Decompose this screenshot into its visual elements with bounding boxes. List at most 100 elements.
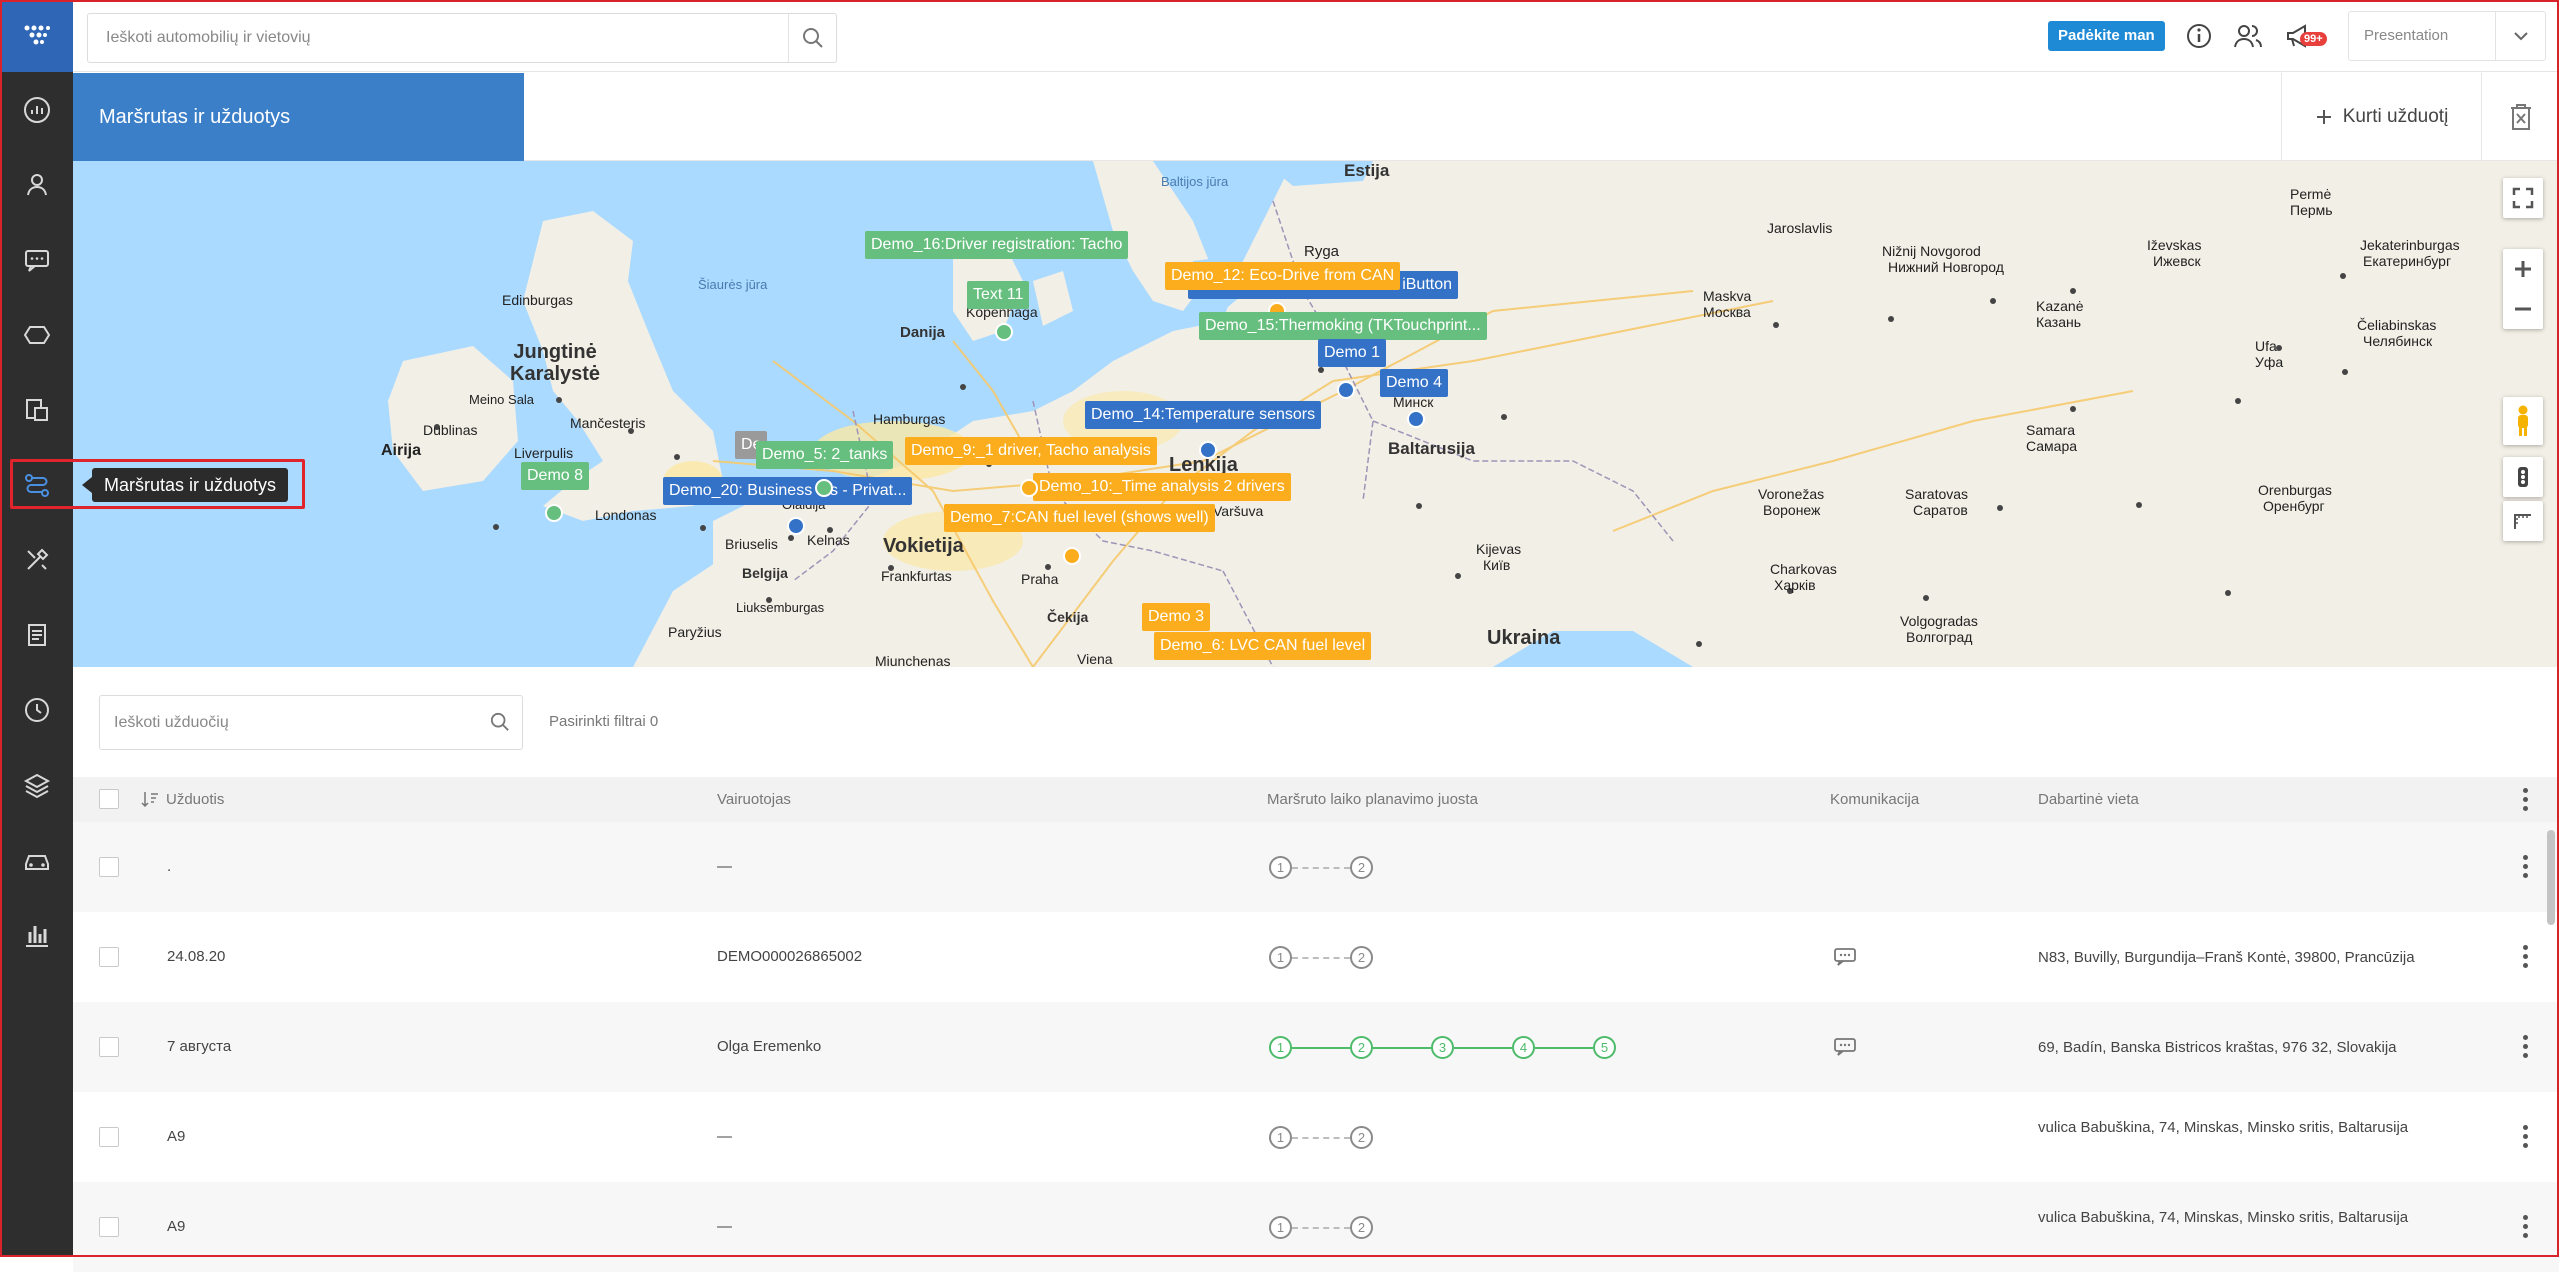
route-stop[interactable]: 1: [1269, 856, 1292, 879]
marker-pin[interactable]: [1063, 547, 1081, 565]
task-name[interactable]: 24.08.20: [167, 948, 225, 965]
vehicle-marker[interactable]: Demo 1: [1318, 339, 1387, 367]
app-logo[interactable]: [0, 0, 73, 72]
zoom-in-button[interactable]: [2503, 249, 2543, 289]
sidebar-item-vehicles[interactable]: [0, 830, 73, 890]
col-header-location[interactable]: Dabartinė vieta: [2038, 777, 2139, 822]
row-checkbox[interactable]: [99, 1037, 119, 1057]
sort-icon[interactable]: [141, 790, 159, 808]
search-icon[interactable]: [490, 712, 510, 732]
sidebar-item-messages[interactable]: [0, 230, 73, 290]
vehicle-marker[interactable]: Demo 3: [1142, 603, 1211, 631]
marker-pin[interactable]: [815, 479, 833, 497]
marker-pin[interactable]: [787, 517, 805, 535]
task-name[interactable]: .: [167, 858, 171, 875]
route-stop[interactable]: 2: [1350, 856, 1373, 879]
marker-pin[interactable]: [1407, 410, 1425, 428]
global-search-input[interactable]: [88, 14, 778, 62]
sidebar-item-geofences[interactable]: [0, 305, 73, 365]
sidebar-item-layers[interactable]: [0, 755, 73, 815]
table-row[interactable]: A9 — 1 2 vulica Babuškina, 74, Minskas, Mins…: [73, 1182, 2559, 1272]
row-checkbox[interactable]: [99, 857, 119, 877]
chat-icon[interactable]: [1833, 1037, 1857, 1057]
vehicle-marker[interactable]: Demo 8: [521, 462, 590, 490]
help-button[interactable]: Padėkite man: [2048, 21, 2165, 51]
route-stop[interactable]: 3: [1431, 1036, 1454, 1059]
vehicle-marker[interactable]: Demo_10:_Time analysis 2 drivers: [1033, 473, 1291, 501]
select-all-checkbox[interactable]: [99, 789, 119, 809]
fullscreen-button[interactable]: [2503, 178, 2543, 218]
street-view-button[interactable]: [2503, 397, 2543, 445]
account-dropdown[interactable]: [2495, 12, 2545, 60]
route-stop[interactable]: 2: [1350, 946, 1373, 969]
vehicle-marker[interactable]: Demo_14:Temperature sensors: [1085, 401, 1322, 429]
measure-button[interactable]: [2503, 501, 2543, 541]
zoom-out-button[interactable]: [2503, 289, 2543, 329]
route-stop[interactable]: 1: [1269, 1036, 1292, 1059]
traffic-button[interactable]: [2503, 457, 2543, 497]
marker-pin[interactable]: [1199, 441, 1217, 459]
route-stop[interactable]: 1: [1269, 1216, 1292, 1239]
vehicle-marker[interactable]: Demo 4: [1380, 369, 1449, 397]
col-header-task[interactable]: Užduotis: [166, 777, 224, 822]
column-menu-button[interactable]: [2523, 788, 2529, 812]
task-name[interactable]: A9: [167, 1218, 185, 1235]
account-selector[interactable]: Presentation: [2348, 11, 2546, 61]
route-stop[interactable]: 2: [1350, 1036, 1373, 1059]
marker-pin[interactable]: [1337, 381, 1355, 399]
search-button[interactable]: [788, 14, 836, 62]
sidebar-item-analytics[interactable]: [0, 905, 73, 965]
table-row[interactable]: 7 августа Olga Eremenko 1 2 3 4 5 69, Badín, Ba…: [73, 1002, 2559, 1092]
chevron-down-icon: [2513, 32, 2528, 41]
route-stop[interactable]: 2: [1350, 1126, 1373, 1149]
table-row[interactable]: A9 — 1 2 vulica Babuškina, 74, Minskas, Mins…: [73, 1092, 2559, 1182]
vehicle-marker[interactable]: Demo_6: LVC CAN fuel level: [1154, 632, 1372, 660]
sidebar-item-history[interactable]: [0, 680, 73, 740]
selected-filters[interactable]: Pasirinkti filtrai 0: [549, 713, 658, 730]
info-button[interactable]: [2181, 18, 2217, 54]
route-stop[interactable]: 5: [1593, 1036, 1616, 1059]
col-header-route-timeline[interactable]: Maršruto laiko planavimo juosta: [1267, 777, 1478, 822]
vehicle-marker[interactable]: Demo_5: 2_tanks: [756, 441, 894, 469]
vehicle-marker[interactable]: Demo_7:CAN fuel level (shows well): [944, 504, 1215, 532]
map[interactable]: Baltijos jūra Šiaurės jūra Estija Jungti…: [73, 161, 2559, 667]
marker-pin[interactable]: [1020, 479, 1038, 497]
col-header-driver[interactable]: Vairuotojas: [717, 777, 791, 822]
col-header-communication[interactable]: Komunikacija: [1830, 777, 1919, 822]
vehicle-marker[interactable]: Text 11: [967, 281, 1030, 309]
task-name[interactable]: A9: [167, 1128, 185, 1145]
contacts-button[interactable]: [2230, 18, 2266, 54]
scrollbar[interactable]: [2547, 830, 2555, 925]
route-stop[interactable]: 1: [1269, 1126, 1292, 1149]
sidebar-item-tools[interactable]: [0, 530, 73, 590]
vehicle-marker[interactable]: Demo_12: Eco-Drive from CAN: [1165, 262, 1401, 290]
sidebar-item-dashboard[interactable]: [0, 80, 73, 140]
row-checkbox[interactable]: [99, 947, 119, 967]
vehicle-marker[interactable]: Demo_20: Business ...s - Privat...: [663, 477, 913, 505]
route-stop[interactable]: 2: [1350, 1216, 1373, 1239]
row-checkbox[interactable]: [99, 1127, 119, 1147]
vehicle-marker[interactable]: Demo_16:Driver registration: Tacho: [865, 231, 1129, 259]
table-row[interactable]: . — 1 2: [73, 822, 2559, 912]
row-menu-button[interactable]: [2523, 1125, 2529, 1149]
task-name[interactable]: 7 августа: [167, 1038, 231, 1055]
row-menu-button[interactable]: [2523, 1215, 2529, 1239]
create-task-button[interactable]: Kurti užduotį: [2281, 73, 2481, 161]
row-menu-button[interactable]: [2523, 855, 2529, 879]
sidebar-item-documents[interactable]: [0, 380, 73, 440]
delete-button[interactable]: [2481, 73, 2559, 161]
route-stop[interactable]: 1: [1269, 946, 1292, 969]
row-checkbox[interactable]: [99, 1217, 119, 1237]
vehicle-marker[interactable]: Demo_9:_1 driver, Tacho analysis: [905, 437, 1157, 465]
sidebar-item-reports[interactable]: [0, 605, 73, 665]
vehicle-marker[interactable]: Demo_15:Thermoking (TKTouchprint...: [1199, 312, 1487, 340]
marker-pin[interactable]: [545, 504, 563, 522]
sidebar-item-users[interactable]: [0, 155, 73, 215]
chat-icon[interactable]: [1833, 947, 1857, 967]
row-menu-button[interactable]: [2523, 1035, 2529, 1059]
row-menu-button[interactable]: [2523, 945, 2529, 969]
task-search-input[interactable]: [100, 696, 480, 749]
route-stop[interactable]: 4: [1512, 1036, 1535, 1059]
marker-pin[interactable]: [995, 323, 1013, 341]
table-row[interactable]: 24.08.20 DEMO000026865002 1 2 N83, Buvilly, …: [73, 912, 2559, 1002]
